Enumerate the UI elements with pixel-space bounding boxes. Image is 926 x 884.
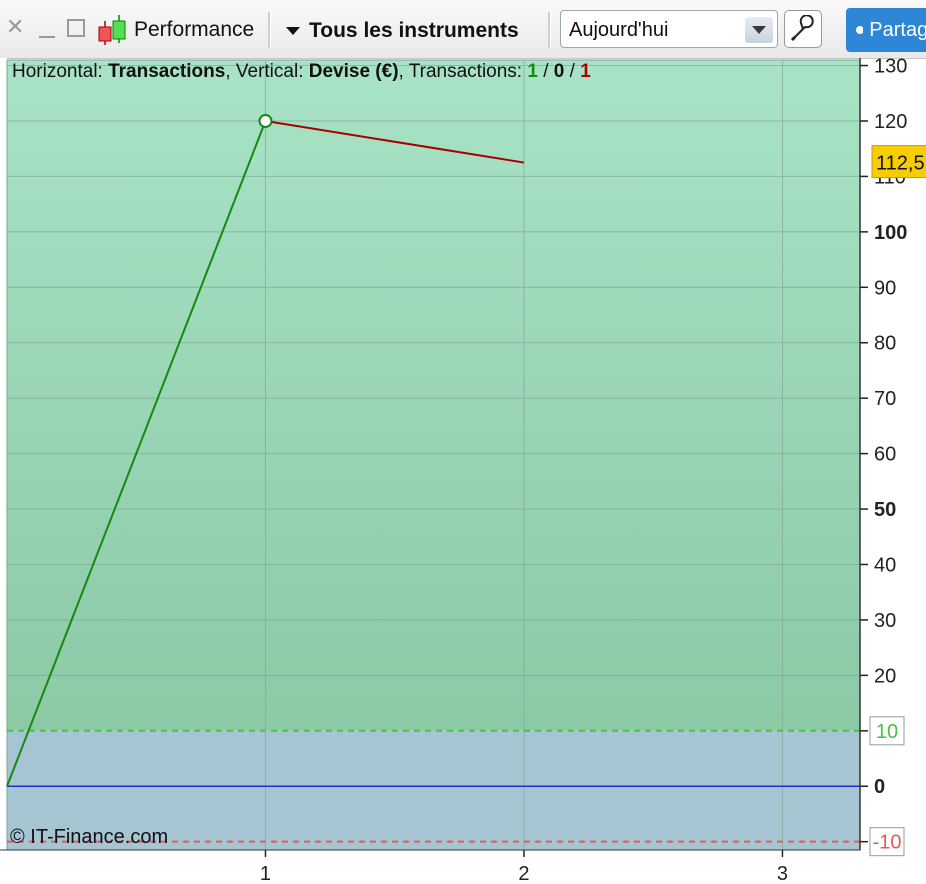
share-icon xyxy=(856,26,864,34)
upper-threshold-label: 10 xyxy=(876,721,898,743)
info-v-value: Devise (€) xyxy=(308,61,399,82)
instruments-label: Tous les instruments xyxy=(309,19,519,42)
info-sep: / xyxy=(537,61,554,82)
y-tick-label: 30 xyxy=(874,610,896,632)
wrench-icon xyxy=(790,15,814,42)
instruments-dropdown[interactable]: Tous les instruments xyxy=(285,12,519,50)
info-t-prefix: , Transactions: xyxy=(398,61,528,82)
y-tick-label: 100 xyxy=(874,222,907,244)
share-label: Partager xyxy=(869,18,926,41)
minimize-icon[interactable] xyxy=(38,16,56,40)
info-loss-count: 1 xyxy=(580,61,591,82)
info-h-prefix: Horizontal: xyxy=(12,61,109,82)
toolbar: ✕ Performance Tous les instruments Aujou… xyxy=(0,0,926,59)
x-tick-label: 1 xyxy=(260,863,271,884)
y-tick-label: 90 xyxy=(874,277,896,299)
last-value-label: 112,5 xyxy=(876,153,925,175)
y-tick-label: 120 xyxy=(874,111,907,133)
share-button[interactable]: Partager xyxy=(846,8,926,52)
dropdown-arrow-icon xyxy=(286,27,300,35)
info-neutral-count: 0 xyxy=(553,61,565,82)
left-gutter xyxy=(0,58,7,850)
y-tick-label: 130 xyxy=(874,58,907,78)
y-tick-label: 0 xyxy=(874,776,885,798)
candlestick-icon xyxy=(98,15,126,45)
info-win-count: 1 xyxy=(527,61,538,82)
peak-marker[interactable] xyxy=(258,113,273,128)
info-v-prefix: , Vertical: xyxy=(225,61,309,82)
performance-chart: 0203040506070809010011012013012310-10112… xyxy=(0,58,926,884)
y-tick-label: 70 xyxy=(874,388,896,410)
y-tick-label: 50 xyxy=(874,499,896,521)
maximize-icon[interactable] xyxy=(66,18,86,38)
x-tick-label: 3 xyxy=(777,863,788,884)
lower-threshold-label: -10 xyxy=(873,832,902,854)
x-tick-label: 2 xyxy=(518,863,529,884)
y-tick-label: 20 xyxy=(874,665,896,687)
close-icon[interactable]: ✕ xyxy=(6,14,24,40)
profit-zone xyxy=(7,60,860,731)
y-tick-label: 60 xyxy=(874,444,896,466)
copyright: © IT-Finance.com xyxy=(10,826,169,848)
performance-label: Performance xyxy=(134,18,255,41)
chevron-down-icon[interactable] xyxy=(745,17,773,43)
y-tick-label: 40 xyxy=(874,554,896,576)
performance-button[interactable]: Performance xyxy=(96,12,254,48)
info-sep: / xyxy=(564,61,581,82)
settings-button[interactable] xyxy=(784,10,822,48)
toolbar-separator xyxy=(268,12,271,48)
period-value: Aujourd'hui xyxy=(569,19,669,41)
chart-info-line: Horizontal: Transactions, Vertical: Devi… xyxy=(12,61,591,83)
y-tick-label: 80 xyxy=(874,333,896,355)
toolbar-separator xyxy=(548,12,551,48)
period-select[interactable]: Aujourd'hui xyxy=(560,10,778,48)
info-h-value: Transactions xyxy=(108,61,226,82)
